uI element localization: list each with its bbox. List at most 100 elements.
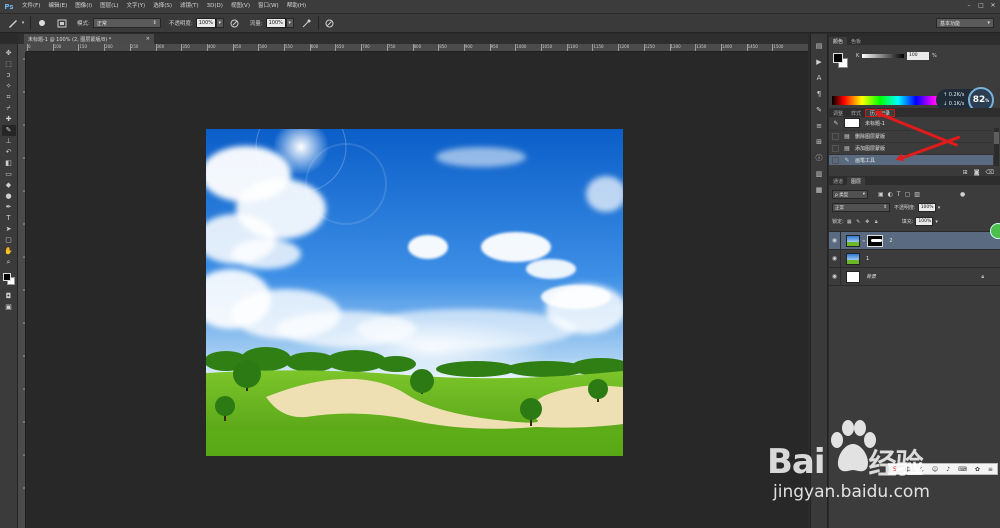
menu-item[interactable]: 图像(I) xyxy=(71,0,96,13)
tab-adjustments[interactable]: 调整 xyxy=(829,109,847,117)
scroll-thumb[interactable] xyxy=(994,132,999,144)
close-button[interactable]: ✕ xyxy=(988,1,998,10)
horizontal-ruler[interactable]: 0 100 150 200 250 300 350 400 450 500 550 600 650 700… xyxy=(26,44,808,52)
tab-swatches[interactable]: 色板 xyxy=(847,37,865,45)
history-source-checkbox[interactable] xyxy=(832,156,839,164)
pixel-filter-icon[interactable]: ▣ xyxy=(878,191,884,198)
eye-icon[interactable]: ◉ xyxy=(829,267,841,286)
menu-item[interactable]: 文件(F) xyxy=(18,0,44,13)
new-document-icon[interactable]: ⊞ xyxy=(963,169,968,176)
layer-comps-icon[interactable]: ▥ xyxy=(813,168,825,180)
chevron-down-icon[interactable]: ▾ xyxy=(938,205,941,211)
notes-panel-icon[interactable]: ▦ xyxy=(813,184,825,196)
properties-panel-icon[interactable]: ⊞ xyxy=(813,136,825,148)
tab-styles[interactable]: 样式 xyxy=(847,109,865,117)
opacity-field[interactable]: 100% xyxy=(195,18,216,28)
airbrush-icon[interactable] xyxy=(300,16,314,30)
opacity-dropdown[interactable]: ▾ xyxy=(215,18,224,28)
brush-size-icon[interactable] xyxy=(35,16,49,30)
k-channel-field[interactable]: 100 xyxy=(907,52,929,60)
shape-tool-icon[interactable]: ▢ xyxy=(2,235,16,246)
type-tool-icon[interactable]: T xyxy=(2,213,16,224)
filter-toggle-icon[interactable]: ● xyxy=(960,191,965,198)
mode-select[interactable]: 正常 ⇕ xyxy=(92,18,161,28)
type-filter-icon[interactable]: T xyxy=(897,191,901,198)
paragraph-panel-icon[interactable]: ¶ xyxy=(813,88,825,100)
lock-all-icon[interactable]: 🔒︎ xyxy=(873,218,880,225)
foreground-color-swatch[interactable] xyxy=(2,273,11,281)
layer-opacity-field[interactable]: 100% xyxy=(917,203,936,212)
layer-filter-select[interactable]: ρ 类型 ▾ xyxy=(832,190,868,199)
eye-icon[interactable]: ◉ xyxy=(829,249,841,268)
camera-icon[interactable]: ◙ xyxy=(974,169,980,176)
gradient-tool-icon[interactable]: ▭ xyxy=(2,169,16,180)
move-tool-icon[interactable]: ✥ xyxy=(2,48,16,59)
smart-object-filter-icon[interactable]: ▥ xyxy=(914,191,920,198)
menu-item[interactable]: 文字(Y) xyxy=(123,0,150,13)
menu-item[interactable]: 滤镜(T) xyxy=(176,0,203,13)
menu-item[interactable]: 图层(L) xyxy=(96,0,122,13)
trash-icon[interactable]: ⌫ xyxy=(986,169,994,176)
workspace-select[interactable]: 基本功能 ▾ xyxy=(936,18,994,28)
dodge-tool-icon[interactable]: ● xyxy=(2,191,16,202)
fill-field[interactable]: 100% xyxy=(915,217,934,226)
menu-item[interactable]: 选择(S) xyxy=(149,0,176,13)
brush-panel-icon[interactable] xyxy=(55,16,69,30)
quick-mask-icon[interactable]: ◘ xyxy=(2,291,16,302)
menu-item[interactable]: 窗口(W) xyxy=(254,0,283,13)
tab-layers[interactable]: 图层 xyxy=(847,177,866,185)
layer-row[interactable]: ◉ ∞ 2 xyxy=(829,231,1000,250)
history-source-checkbox[interactable] xyxy=(832,132,839,140)
color-swatches[interactable] xyxy=(2,272,16,288)
chevron-down-icon[interactable]: ▾ xyxy=(20,16,26,30)
flow-field[interactable]: 100% xyxy=(265,18,286,28)
healing-brush-tool-icon[interactable]: ✚ xyxy=(2,114,16,125)
history-source-checkbox[interactable] xyxy=(832,144,839,152)
crop-tool-icon[interactable]: ⌗ xyxy=(2,92,16,103)
landscape-image[interactable] xyxy=(206,129,623,456)
chevron-down-icon[interactable]: ▾ xyxy=(935,219,938,225)
pressure-opacity-icon[interactable] xyxy=(228,16,242,30)
floating-widget-icon[interactable] xyxy=(990,223,1000,239)
pressure-size-icon[interactable] xyxy=(323,16,337,30)
close-tab-icon[interactable]: × xyxy=(146,36,150,42)
foreground-color-swatch[interactable] xyxy=(833,53,843,63)
brush-tool-icon[interactable]: ✎ xyxy=(1,125,16,136)
character-panel-icon[interactable]: A xyxy=(813,72,825,84)
document-tab[interactable]: 未标题-1 @ 100% (2, 图层蒙版/8) * × xyxy=(24,34,154,44)
zoom-tool-icon[interactable]: ⌕ xyxy=(2,257,16,268)
info-panel-icon[interactable]: ⓘ xyxy=(813,152,825,164)
layer-row[interactable]: ◉ 背景 🔒︎ xyxy=(829,267,1000,286)
eye-icon[interactable]: ◉ xyxy=(829,231,841,250)
actions-panel-icon[interactable]: ▶ xyxy=(813,56,825,68)
pen-tool-icon[interactable]: ✒ xyxy=(2,202,16,213)
tab-channels[interactable]: 通道 xyxy=(829,177,847,185)
adjustments-panel-icon[interactable]: ≡ xyxy=(813,120,825,132)
history-brush-tool-icon[interactable]: ↶ xyxy=(2,147,16,158)
lasso-tool-icon[interactable]: ↄ xyxy=(2,70,16,81)
brush-panel-icon[interactable]: ✎ xyxy=(813,104,825,116)
menu-item[interactable]: 视图(V) xyxy=(227,0,254,13)
magic-wand-tool-icon[interactable]: ✧ xyxy=(2,81,16,92)
history-scrollbar[interactable] xyxy=(994,128,999,166)
vertical-ruler[interactable]: 5 0 5 0 5 0 5 0 5 0 5 0 5 0 xyxy=(18,52,26,528)
hand-tool-icon[interactable]: ✋ xyxy=(2,246,16,257)
adjustment-filter-icon[interactable]: ◐ xyxy=(888,191,893,198)
history-panel-icon[interactable]: ▤ xyxy=(813,40,825,52)
layer-row[interactable]: ◉ 1 xyxy=(829,249,1000,268)
marquee-tool-icon[interactable]: ⬚ xyxy=(2,59,16,70)
path-selection-tool-icon[interactable]: ➤ xyxy=(2,224,16,235)
link-icon[interactable]: ∞ xyxy=(862,238,865,243)
flow-dropdown[interactable]: ▾ xyxy=(285,18,294,28)
clone-stamp-tool-icon[interactable]: ⊥ xyxy=(2,136,16,147)
history-item[interactable]: ▤ 添加图层蒙版 xyxy=(829,142,993,153)
tab-color[interactable]: 颜色 xyxy=(829,37,848,45)
menu-item[interactable]: 3D(D) xyxy=(203,0,227,13)
k-channel-slider[interactable] xyxy=(862,54,904,58)
blur-tool-icon[interactable]: ◆ xyxy=(2,180,16,191)
layer-mask-thumbnail[interactable] xyxy=(867,234,884,247)
lock-position-icon[interactable]: ✥ xyxy=(864,218,871,225)
maximize-button[interactable]: □ xyxy=(976,1,986,10)
menu-item[interactable]: 帮助(H) xyxy=(283,0,310,13)
eyedropper-tool-icon[interactable]: ⌿ xyxy=(2,103,16,114)
